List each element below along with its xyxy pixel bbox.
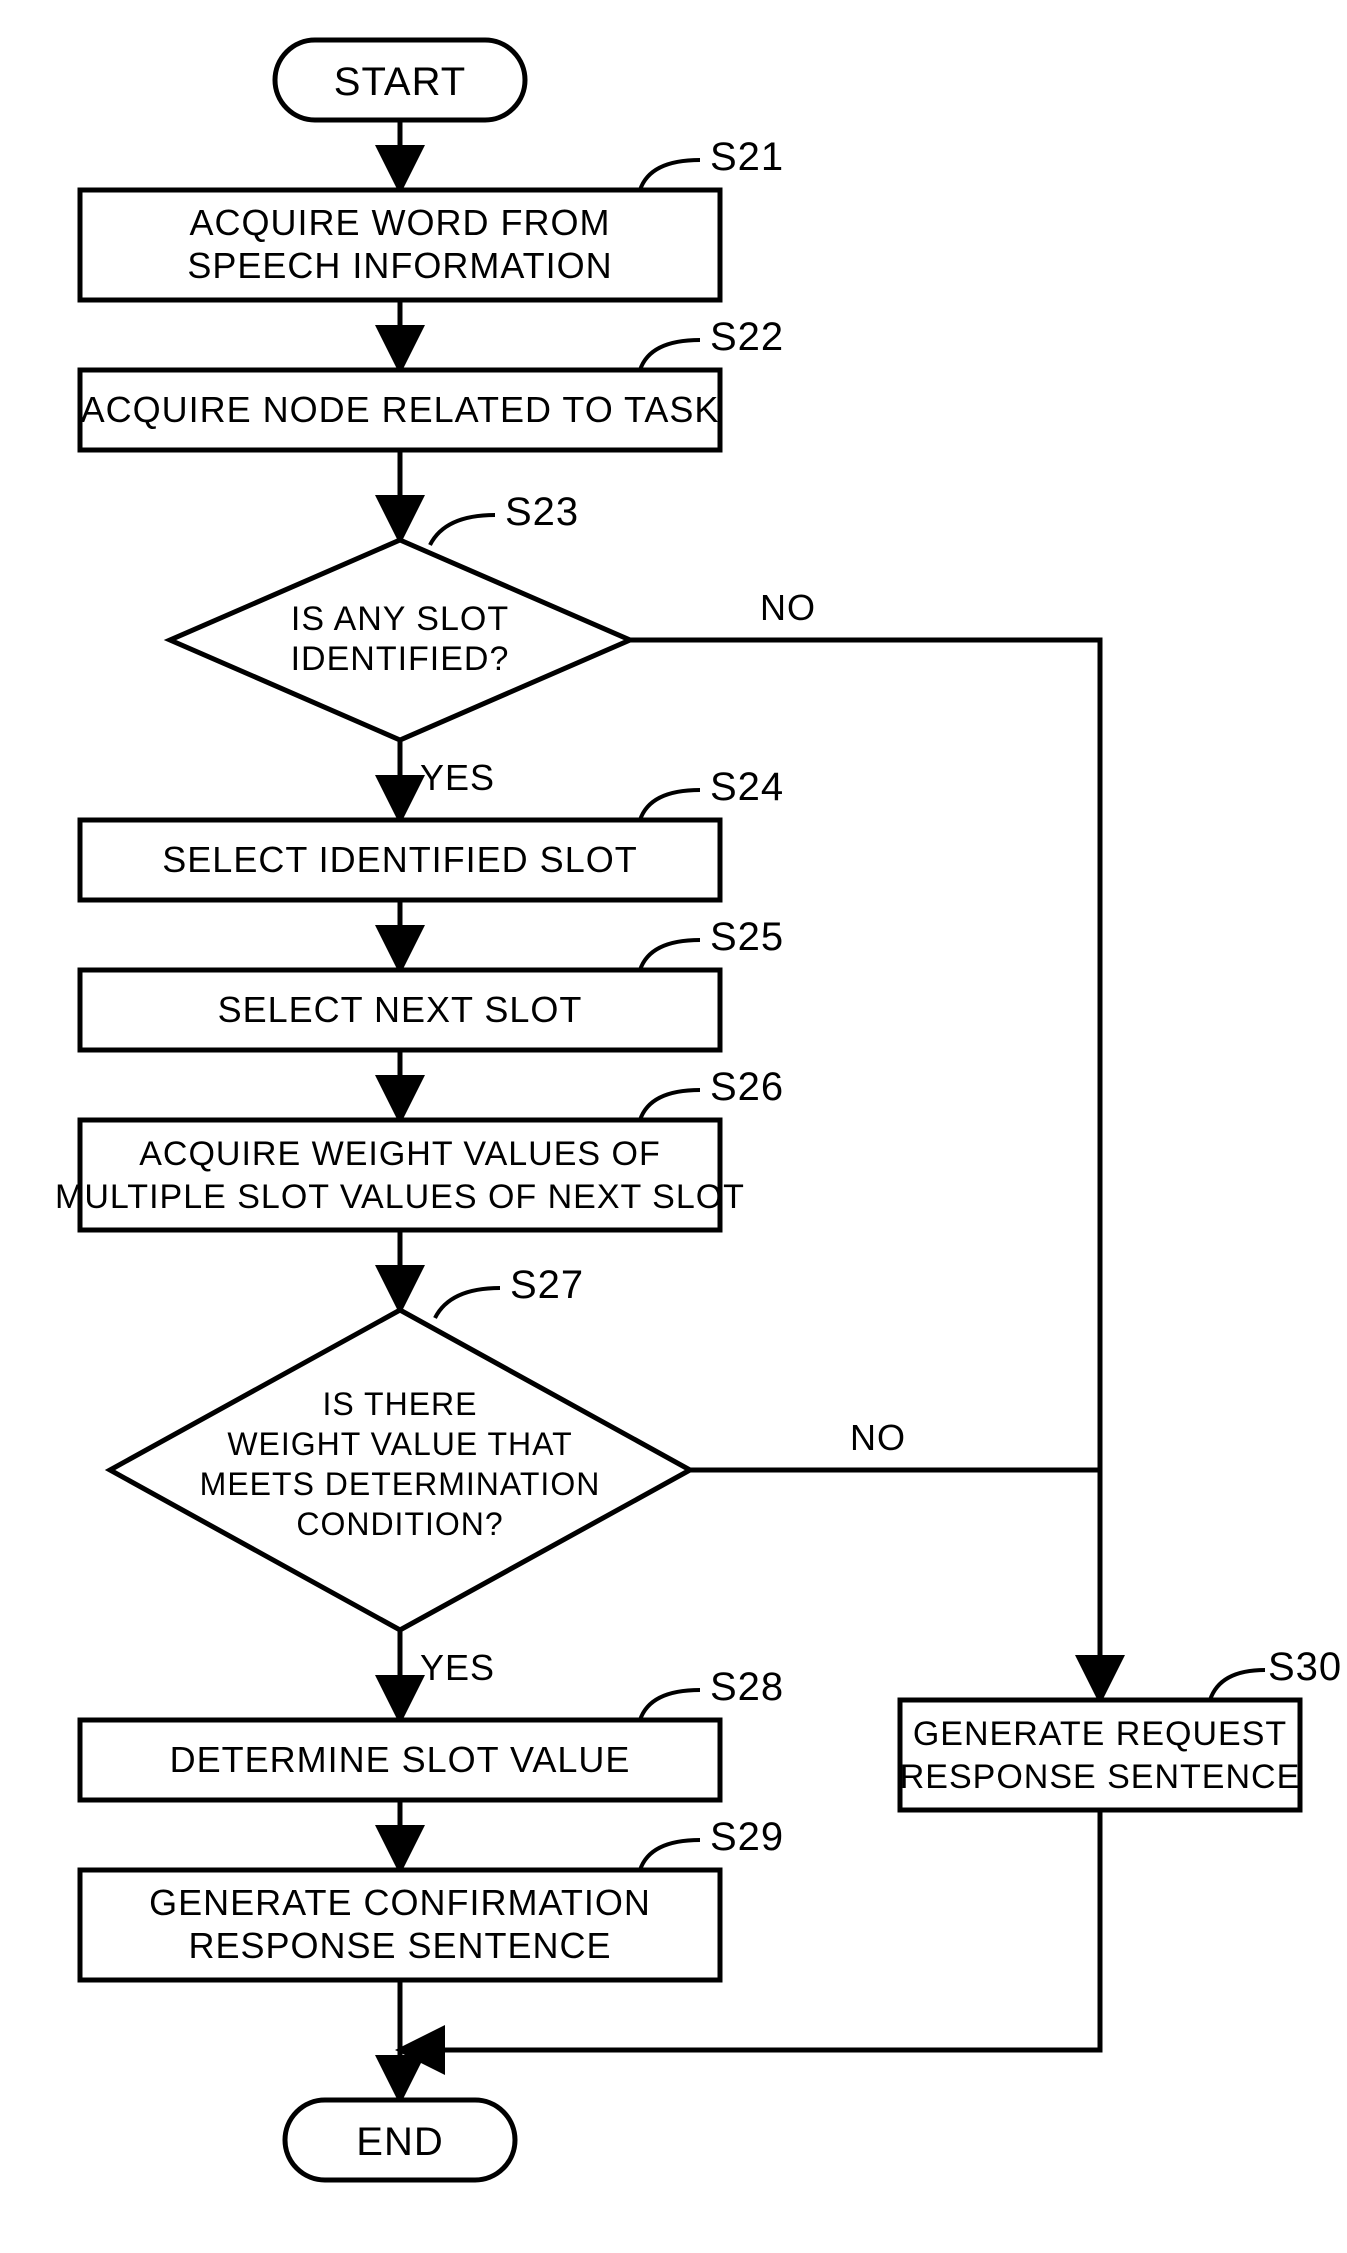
s25-leader xyxy=(640,940,700,970)
s23-no-label: NO xyxy=(760,587,816,628)
s29-box: GENERATE CONFIRMATION RESPONSE SENTENCE … xyxy=(80,1815,784,1980)
s30-box: GENERATE REQUEST RESPONSE SENTENCE S30 xyxy=(900,1645,1342,1810)
s27-label: S27 xyxy=(510,1263,584,1307)
s23-leader xyxy=(430,515,495,545)
s21-box: ACQUIRE WORD FROM SPEECH INFORMATION S21 xyxy=(80,135,784,300)
s27-line1: IS THERE xyxy=(323,1386,478,1422)
s29-leader xyxy=(640,1840,700,1870)
s21-leader xyxy=(640,160,700,190)
s26-leader xyxy=(640,1090,700,1120)
s30-leader xyxy=(1210,1670,1265,1700)
s29-line2: RESPONSE SENTENCE xyxy=(188,1925,611,1966)
s30-line1: GENERATE REQUEST xyxy=(913,1715,1287,1753)
s27-yes-label: YES xyxy=(420,1647,495,1688)
s27-no-label: NO xyxy=(850,1417,906,1458)
s26-line1: ACQUIRE WEIGHT VALUES OF xyxy=(139,1135,660,1173)
end-label: END xyxy=(356,2120,443,2164)
s30-line2: RESPONSE SENTENCE xyxy=(900,1758,1301,1796)
s26-line2: MULTIPLE SLOT VALUES OF NEXT SLOT xyxy=(55,1178,745,1216)
s27-line3: MEETS DETERMINATION xyxy=(200,1466,601,1502)
s27-line2: WEIGHT VALUE THAT xyxy=(227,1426,572,1462)
s24-label: S24 xyxy=(710,765,784,809)
s22-box: ACQUIRE NODE RELATED TO TASK S22 xyxy=(80,315,784,450)
s24-leader xyxy=(640,790,700,820)
s25-line1: SELECT NEXT SLOT xyxy=(218,989,583,1030)
start-label: START xyxy=(334,60,466,104)
s23-line1: IS ANY SLOT xyxy=(291,600,509,638)
s22-label: S22 xyxy=(710,315,784,359)
s28-leader xyxy=(640,1690,700,1720)
s30-label: S30 xyxy=(1268,1645,1342,1689)
s29-line1: GENERATE CONFIRMATION xyxy=(149,1882,651,1923)
s23-line2: IDENTIFIED? xyxy=(291,640,510,678)
start-terminator: START xyxy=(275,40,525,120)
s23-yes-label: YES xyxy=(420,757,495,798)
s21-line2: SPEECH INFORMATION xyxy=(187,245,612,286)
s28-label: S28 xyxy=(710,1665,784,1709)
s21-label: S21 xyxy=(710,135,784,179)
s26-label: S26 xyxy=(710,1065,784,1109)
s21-line1: ACQUIRE WORD FROM xyxy=(190,202,611,243)
s28-line1: DETERMINE SLOT VALUE xyxy=(170,1739,631,1780)
s25-box: SELECT NEXT SLOT S25 xyxy=(80,915,784,1050)
s27-line4: CONDITION? xyxy=(296,1506,503,1542)
flowchart: START ACQUIRE WORD FROM SPEECH INFORMATI… xyxy=(0,0,1347,2253)
s27-decision: IS THERE WEIGHT VALUE THAT MEETS DETERMI… xyxy=(110,1263,690,1630)
s24-line1: SELECT IDENTIFIED SLOT xyxy=(162,839,637,880)
s27-leader xyxy=(435,1288,500,1318)
s26-box: ACQUIRE WEIGHT VALUES OF MULTIPLE SLOT V… xyxy=(55,1065,784,1230)
s22-leader xyxy=(640,340,700,370)
s29-label: S29 xyxy=(710,1815,784,1859)
s23-label: S23 xyxy=(505,490,579,534)
s22-line1: ACQUIRE NODE RELATED TO TASK xyxy=(81,389,720,430)
s25-label: S25 xyxy=(710,915,784,959)
end-terminator: END xyxy=(285,2100,515,2180)
